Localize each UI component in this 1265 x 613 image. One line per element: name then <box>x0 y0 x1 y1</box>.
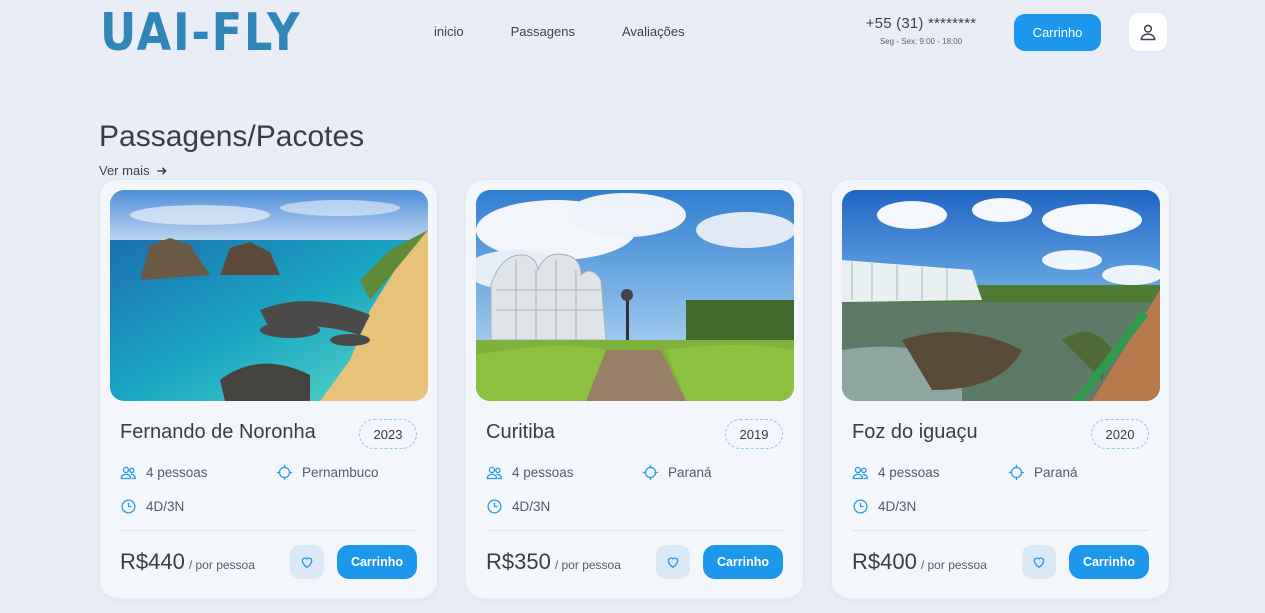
contact-info: +55 (31) ******** Seg - Sex: 9:00 - 18:0… <box>855 15 987 46</box>
heart-icon <box>299 554 315 570</box>
people-count: 4 pessoas <box>146 465 208 480</box>
package-cards: Fernando de Noronha 2023 4 pessoas Perna… <box>99 179 1170 599</box>
location-crosshair-icon <box>276 464 293 481</box>
duration-value: 4D/3N <box>146 499 185 514</box>
clock-icon <box>486 498 503 515</box>
logo[interactable]: UAI-FLY <box>100 2 301 64</box>
location-name: Pernambuco <box>302 465 379 480</box>
add-to-cart-button[interactable]: Carrinho <box>1069 545 1149 579</box>
nav-inicio[interactable]: inicio <box>434 24 464 39</box>
package-card: Curitiba 2019 4 pessoas Paraná 4D/3N R$3… <box>465 179 804 599</box>
favorite-button[interactable] <box>1022 545 1056 579</box>
price: R$440 / por pessoa <box>120 549 255 575</box>
clock-icon <box>120 498 137 515</box>
see-more-label: Ver mais <box>99 163 150 178</box>
people-icon <box>852 464 869 481</box>
card-divider <box>486 530 783 531</box>
price-amount: R$440 <box>120 549 185 574</box>
heart-icon <box>1031 554 1047 570</box>
people-icon <box>120 464 137 481</box>
year-badge: 2019 <box>725 419 783 449</box>
header-cart-button[interactable]: Carrinho <box>1014 14 1101 51</box>
people-icon <box>486 464 503 481</box>
add-to-cart-button[interactable]: Carrinho <box>337 545 417 579</box>
location-name: Paraná <box>668 465 712 480</box>
destination-name: Curitiba <box>486 421 555 443</box>
duration-value: 4D/3N <box>512 499 551 514</box>
year-badge: 2020 <box>1091 419 1149 449</box>
people-count: 4 pessoas <box>512 465 574 480</box>
user-icon <box>1138 22 1158 42</box>
heart-icon <box>665 554 681 570</box>
price-unit: / por pessoa <box>920 558 987 572</box>
business-hours: Seg - Sex: 9:00 - 18:00 <box>879 37 963 46</box>
people-count: 4 pessoas <box>878 465 940 480</box>
people-info: 4 pessoas <box>120 464 208 481</box>
duration-info: 4D/3N <box>486 498 550 515</box>
main-nav: inicio Passagens Avaliações <box>434 24 685 39</box>
clock-icon <box>852 498 869 515</box>
destination-name: Fernando de Noronha <box>120 421 316 443</box>
arrow-right-icon <box>156 165 168 177</box>
destination-name: Foz do iguaçu <box>852 421 978 443</box>
location-info: Paraná <box>642 464 712 481</box>
price: R$350 / por pessoa <box>486 549 621 575</box>
nav-passagens[interactable]: Passagens <box>511 24 575 39</box>
package-card: Fernando de Noronha 2023 4 pessoas Perna… <box>99 179 438 599</box>
duration-info: 4D/3N <box>852 498 916 515</box>
destination-photo[interactable] <box>842 190 1160 401</box>
destination-photo[interactable] <box>476 190 794 401</box>
people-info: 4 pessoas <box>486 464 574 481</box>
phone-number: +55 (31) ******** <box>865 15 977 32</box>
favorite-button[interactable] <box>656 545 690 579</box>
price: R$400 / por pessoa <box>852 549 987 575</box>
people-info: 4 pessoas <box>852 464 940 481</box>
duration-value: 4D/3N <box>878 499 917 514</box>
price-unit: / por pessoa <box>554 558 621 572</box>
card-divider <box>852 530 1149 531</box>
location-crosshair-icon <box>1008 464 1025 481</box>
nav-avaliacoes[interactable]: Avaliações <box>622 24 685 39</box>
section-title: Passagens/Pacotes <box>99 120 365 153</box>
package-card: Foz do iguaçu 2020 4 pessoas Paraná 4D/3… <box>831 179 1170 599</box>
price-amount: R$350 <box>486 549 551 574</box>
location-name: Paraná <box>1034 465 1078 480</box>
price-unit: / por pessoa <box>188 558 255 572</box>
destination-photo[interactable] <box>110 190 428 401</box>
price-amount: R$400 <box>852 549 917 574</box>
see-more-link[interactable]: Ver mais <box>99 163 168 178</box>
user-account-button[interactable] <box>1129 13 1167 51</box>
location-crosshair-icon <box>642 464 659 481</box>
location-info: Pernambuco <box>276 464 379 481</box>
year-badge: 2023 <box>359 419 417 449</box>
favorite-button[interactable] <box>290 545 324 579</box>
add-to-cart-button[interactable]: Carrinho <box>703 545 783 579</box>
duration-info: 4D/3N <box>120 498 184 515</box>
location-info: Paraná <box>1008 464 1078 481</box>
card-divider <box>120 530 417 531</box>
